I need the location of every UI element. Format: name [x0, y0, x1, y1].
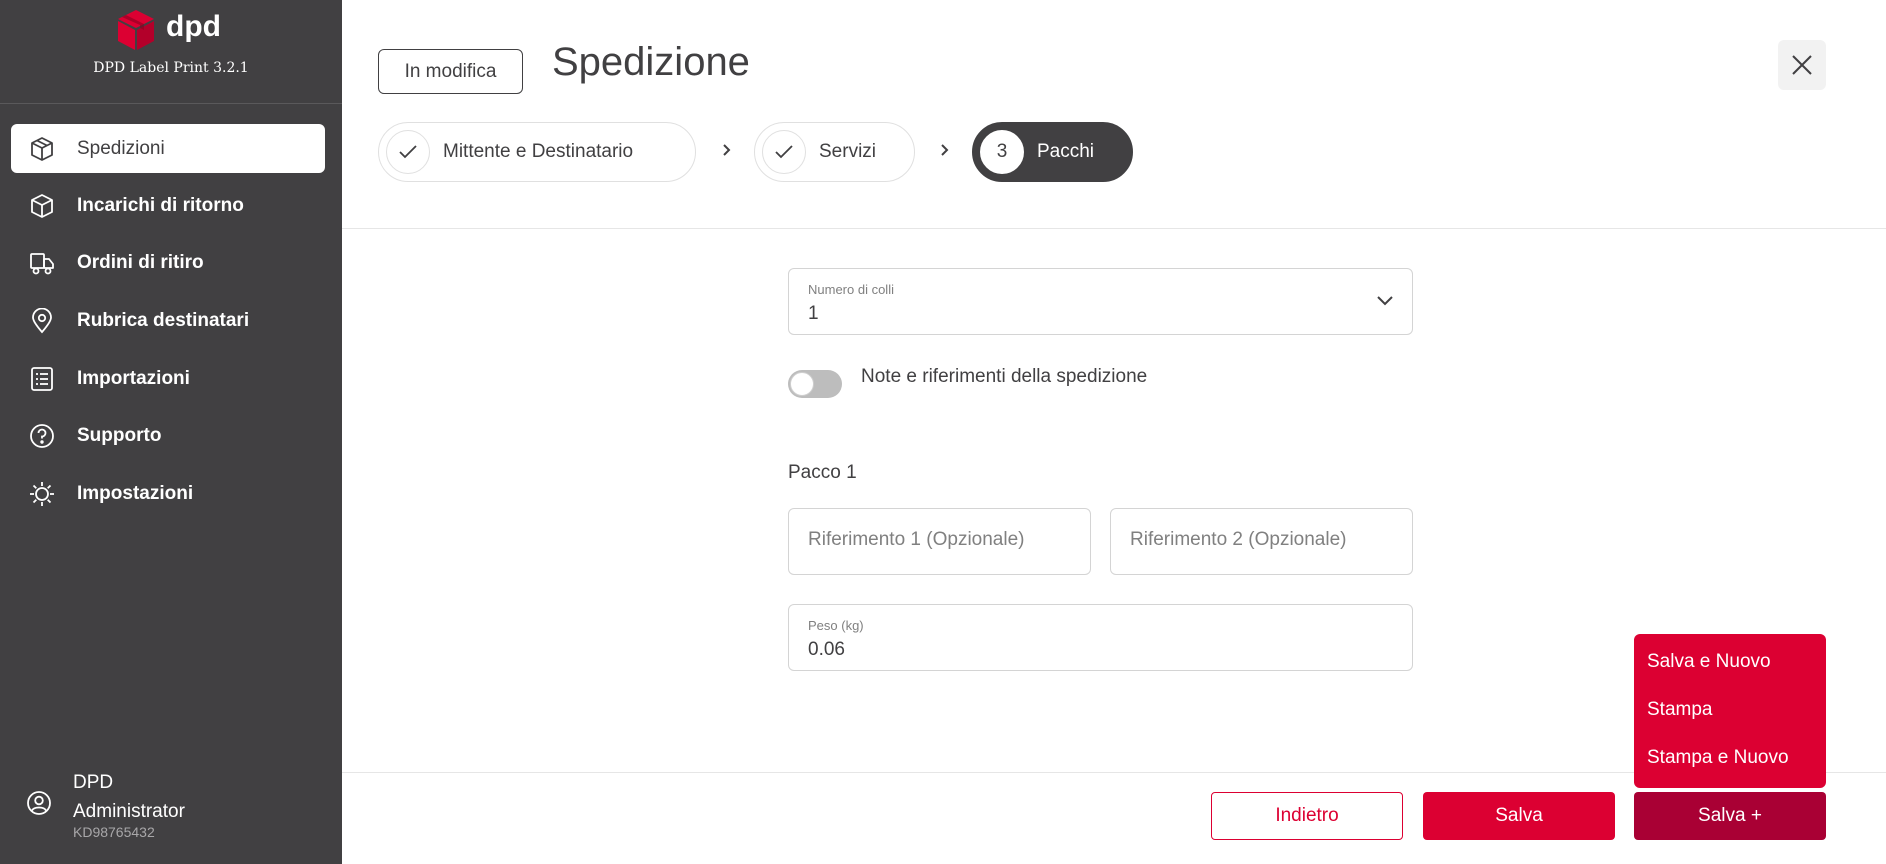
- sidebar-item-impostazioni[interactable]: Impostazioni: [11, 469, 325, 518]
- gear-icon: [30, 482, 54, 506]
- check-icon: [775, 145, 793, 159]
- save-button[interactable]: Salva: [1423, 792, 1615, 840]
- close-icon: [1792, 55, 1812, 75]
- brand-header: dpd DPD Label Print 3.2.1: [0, 0, 342, 104]
- step-check: [386, 130, 430, 174]
- box-icon: [31, 137, 53, 161]
- sidebar-item-label: Ordini di ritiro: [77, 252, 204, 273]
- reference-2-input[interactable]: Riferimento 2 (Opzionale): [1110, 508, 1413, 575]
- sidebar-item-label: Spedizioni: [77, 138, 165, 159]
- chevron-right-icon: [723, 144, 731, 156]
- field-value: 0.06: [808, 639, 845, 660]
- menu-item-stampa-e-nuovo[interactable]: Stampa e Nuovo: [1647, 747, 1789, 769]
- user-id: KD98765432: [73, 824, 155, 840]
- reference-1-input[interactable]: Riferimento 1 (Opzionale): [788, 508, 1091, 575]
- list-icon: [31, 367, 53, 391]
- user-profile[interactable]: DPD Administrator KD98765432: [0, 760, 342, 864]
- weight-input[interactable]: Peso (kg) 0.06: [788, 604, 1413, 671]
- sidebar-item-rubrica-destinatari[interactable]: Rubrica destinatari: [11, 296, 325, 345]
- field-value: 1: [808, 303, 819, 324]
- step-number: 3: [980, 130, 1024, 174]
- step-label: Mittente e Destinatario: [443, 141, 634, 162]
- app-version: DPD Label Print 3.2.1: [93, 60, 249, 76]
- truck-icon: [30, 253, 54, 275]
- sidebar: dpd DPD Label Print 3.2.1 Spedizioni Inc…: [0, 0, 342, 864]
- step-pacchi[interactable]: 3 Pacchi: [972, 122, 1133, 182]
- step-mittente-destinatario[interactable]: Mittente e Destinatario: [378, 122, 696, 182]
- brand-name: dpd: [166, 10, 221, 43]
- user-avatar-icon: [27, 791, 51, 815]
- field-label: Numero di colli: [808, 282, 894, 297]
- step-check: [762, 130, 806, 174]
- sidebar-item-label: Incarichi di ritorno: [77, 195, 244, 216]
- step-servizi[interactable]: Servizi: [754, 122, 915, 182]
- field-placeholder: Riferimento 1 (Opzionale): [808, 529, 1025, 550]
- close-button[interactable]: [1778, 40, 1826, 90]
- sidebar-item-label: Rubrica destinatari: [77, 310, 250, 331]
- sidebar-item-label: Supporto: [77, 425, 162, 446]
- sidebar-item-label: Impostazioni: [77, 483, 194, 504]
- sidebar-item-ordini-di-ritiro[interactable]: Ordini di ritiro: [11, 238, 325, 287]
- page-title: Spedizione: [552, 40, 750, 84]
- chevron-down-icon: [1377, 296, 1393, 306]
- notes-toggle-label: Note e riferimenti della spedizione: [861, 366, 1148, 387]
- sidebar-item-supporto[interactable]: Supporto: [11, 411, 325, 460]
- dpd-logo-icon: [118, 10, 154, 50]
- menu-item-salva-e-nuovo[interactable]: Salva e Nuovo: [1647, 651, 1771, 673]
- box-return-icon: [31, 194, 53, 218]
- user-name: DPD Administrator: [73, 768, 273, 826]
- sidebar-item-importazioni[interactable]: Importazioni: [11, 354, 325, 403]
- toggle-knob: [790, 372, 814, 396]
- back-button[interactable]: Indietro: [1211, 792, 1403, 840]
- menu-item-stampa[interactable]: Stampa: [1647, 699, 1712, 721]
- sidebar-item-label: Importazioni: [77, 368, 190, 389]
- status-badge: In modifica: [378, 49, 523, 94]
- step-label: Pacchi: [1037, 141, 1095, 162]
- user-first-name: DPD: [73, 772, 114, 793]
- sidebar-item-spedizioni[interactable]: Spedizioni: [11, 124, 325, 173]
- sidebar-item-incarichi-di-ritorno[interactable]: Incarichi di ritorno: [11, 181, 325, 230]
- save-plus-button[interactable]: Salva +: [1634, 792, 1826, 840]
- page-header: In modifica Spedizione Mittente e Destin…: [342, 0, 1886, 229]
- help-icon: [30, 424, 54, 448]
- field-label: Peso (kg): [808, 618, 864, 633]
- chevron-right-icon: [941, 144, 949, 156]
- package-title: Pacco 1: [788, 462, 857, 483]
- field-placeholder: Riferimento 2 (Opzionale): [1130, 529, 1347, 550]
- location-pin-icon: [32, 308, 52, 334]
- step-label: Servizi: [819, 141, 877, 162]
- check-icon: [399, 145, 417, 159]
- user-last-name: Administrator: [73, 801, 185, 822]
- notes-toggle[interactable]: [788, 370, 842, 398]
- save-options-menu: Salva e Nuovo Stampa Stampa e Nuovo: [1634, 634, 1826, 788]
- colli-select[interactable]: Numero di colli 1: [788, 268, 1413, 335]
